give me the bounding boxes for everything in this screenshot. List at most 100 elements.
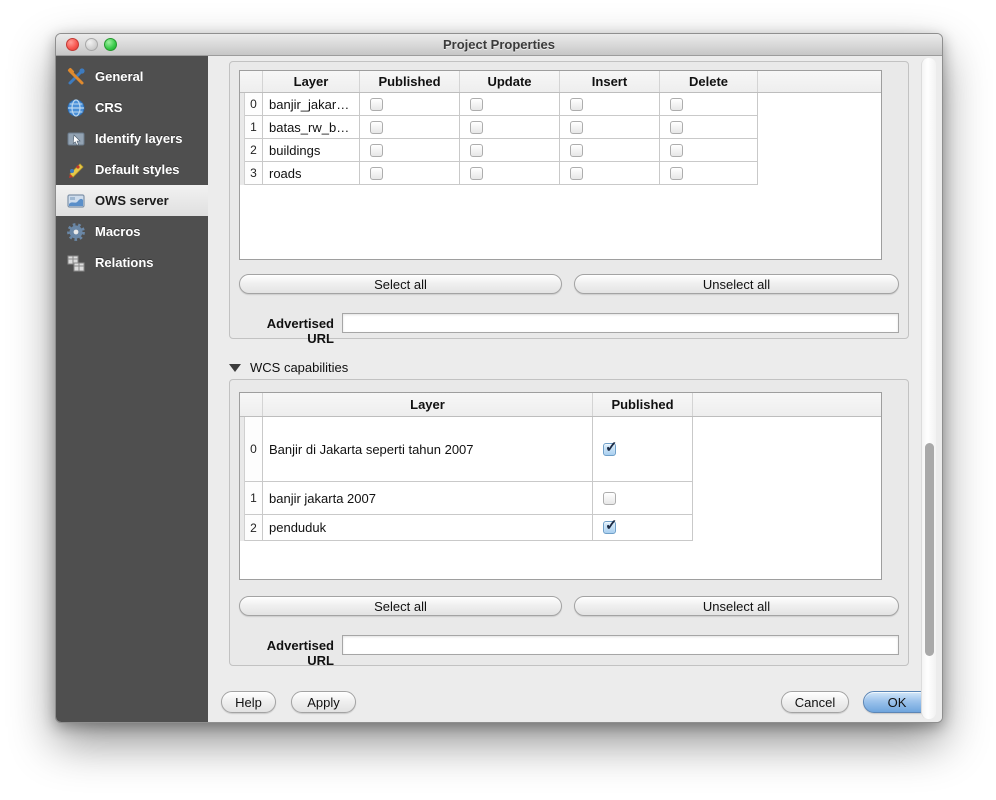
vertical-scrollbar[interactable] [921,58,936,719]
insert-checkbox[interactable] [570,98,583,111]
row-index[interactable]: 2 [245,139,263,162]
published-checkbox[interactable] [370,144,383,157]
sidebar-item-label: Identify layers [95,131,182,146]
collapse-triangle-icon[interactable] [229,364,241,372]
wcs-table-header: Layer Published [240,393,881,417]
table-row: 2 buildings [240,139,881,162]
window-title: Project Properties [443,37,555,52]
sidebar-item-label: General [95,69,143,84]
published-checkbox[interactable] [603,492,616,505]
wfs-col-layer[interactable]: Layer [263,71,360,92]
wfs-unselect-all-button[interactable]: Unselect all [574,274,899,294]
delete-checkbox[interactable] [670,98,683,111]
sidebar-item-label: CRS [95,100,122,115]
wcs-capabilities-title: WCS capabilities [250,360,348,375]
sidebar-item-ows-server[interactable]: OWS server [56,185,208,216]
wfs-col-update[interactable]: Update [460,71,560,92]
delete-checkbox[interactable] [670,144,683,157]
row-index[interactable]: 0 [245,417,263,482]
wcs-col-layer[interactable]: Layer [263,393,593,416]
sidebar-item-label: Default styles [95,162,180,177]
table-row: 2 penduduk [240,515,881,541]
update-checkbox[interactable] [470,98,483,111]
published-checkbox[interactable] [370,98,383,111]
title-bar[interactable]: Project Properties [56,34,942,56]
wcs-capabilities-group: Layer Published 0 Banjir di Jakarta sepe… [229,379,909,666]
sidebar-item-macros[interactable]: Macros [56,216,208,247]
ows-server-panel: Layer Published Update Insert Delete 0 b… [208,56,943,723]
published-checkbox[interactable] [370,121,383,134]
published-checkbox[interactable] [370,167,383,180]
wcs-col-published[interactable]: Published [593,393,693,416]
row-index[interactable]: 0 [245,93,263,116]
delete-checkbox[interactable] [670,121,683,134]
wfs-capabilities-group: Layer Published Update Insert Delete 0 b… [229,61,909,339]
apply-button[interactable]: Apply [291,691,356,713]
sidebar-item-label: Macros [95,224,141,239]
gear-icon [66,222,86,242]
table-row: 0 banjir_jakar… [240,93,881,116]
wcs-advertised-url-input[interactable] [342,635,899,655]
sidebar-item-label: OWS server [95,193,169,208]
sidebar-item-general[interactable]: General [56,61,208,92]
wcs-advertised-url-label: Advertised URL [239,638,334,668]
table-row: 1 batas_rw_b… [240,116,881,139]
insert-checkbox[interactable] [570,144,583,157]
tools-icon [66,67,86,87]
table-row: 3 roads [240,162,881,185]
table-row: 0 Banjir di Jakarta seperti tahun 2007 [240,417,881,482]
row-index[interactable]: 1 [245,482,263,515]
wfs-advertised-url-label: Advertised URL [239,316,334,346]
wfs-advertised-url-input[interactable] [342,313,899,333]
row-index[interactable]: 2 [245,515,263,541]
sidebar: General CRS Identify layers [56,56,208,723]
layer-name[interactable]: batas_rw_b… [263,116,360,139]
wfs-col-delete[interactable]: Delete [660,71,758,92]
desktop: Project Properties General [0,0,996,800]
minimize-icon[interactable] [85,38,98,51]
ows-server-icon [66,191,86,211]
wcs-capabilities-header[interactable]: WCS capabilities [229,360,348,375]
sidebar-item-default-styles[interactable]: Default styles [56,154,208,185]
zoom-icon[interactable] [104,38,117,51]
published-checkbox[interactable] [603,443,616,456]
layer-name[interactable]: penduduk [263,515,593,541]
layer-name[interactable]: banjir_jakar… [263,93,360,116]
layer-name[interactable]: banjir jakarta 2007 [263,482,593,515]
sidebar-item-label: Relations [95,255,154,270]
paintbrush-icon [66,160,86,180]
delete-checkbox[interactable] [670,167,683,180]
row-index[interactable]: 3 [245,162,263,185]
wfs-table-header: Layer Published Update Insert Delete [240,71,881,93]
wfs-col-insert[interactable]: Insert [560,71,660,92]
insert-checkbox[interactable] [570,121,583,134]
help-button[interactable]: Help [221,691,276,713]
relations-icon [66,253,86,273]
wfs-layers-table: Layer Published Update Insert Delete 0 b… [239,70,882,260]
layer-name[interactable]: Banjir di Jakarta seperti tahun 2007 [263,417,593,482]
table-row: 1 banjir jakarta 2007 [240,482,881,515]
wcs-select-all-button[interactable]: Select all [239,596,562,616]
cancel-button[interactable]: Cancel [781,691,849,713]
sidebar-item-crs[interactable]: CRS [56,92,208,123]
published-checkbox[interactable] [603,521,616,534]
layer-name[interactable]: roads [263,162,360,185]
identify-layers-icon [66,129,86,149]
sidebar-item-relations[interactable]: Relations [56,247,208,278]
wcs-layers-table: Layer Published 0 Banjir di Jakarta sepe… [239,392,882,580]
update-checkbox[interactable] [470,121,483,134]
globe-icon [66,98,86,118]
wcs-unselect-all-button[interactable]: Unselect all [574,596,899,616]
close-icon[interactable] [66,38,79,51]
update-checkbox[interactable] [470,167,483,180]
insert-checkbox[interactable] [570,167,583,180]
window-controls [66,38,117,51]
layer-name[interactable]: buildings [263,139,360,162]
row-index[interactable]: 1 [245,116,263,139]
wfs-col-published[interactable]: Published [360,71,460,92]
sidebar-item-identify-layers[interactable]: Identify layers [56,123,208,154]
scrollbar-thumb[interactable] [925,443,934,656]
wfs-select-all-button[interactable]: Select all [239,274,562,294]
update-checkbox[interactable] [470,144,483,157]
project-properties-dialog: Project Properties General [55,33,943,723]
